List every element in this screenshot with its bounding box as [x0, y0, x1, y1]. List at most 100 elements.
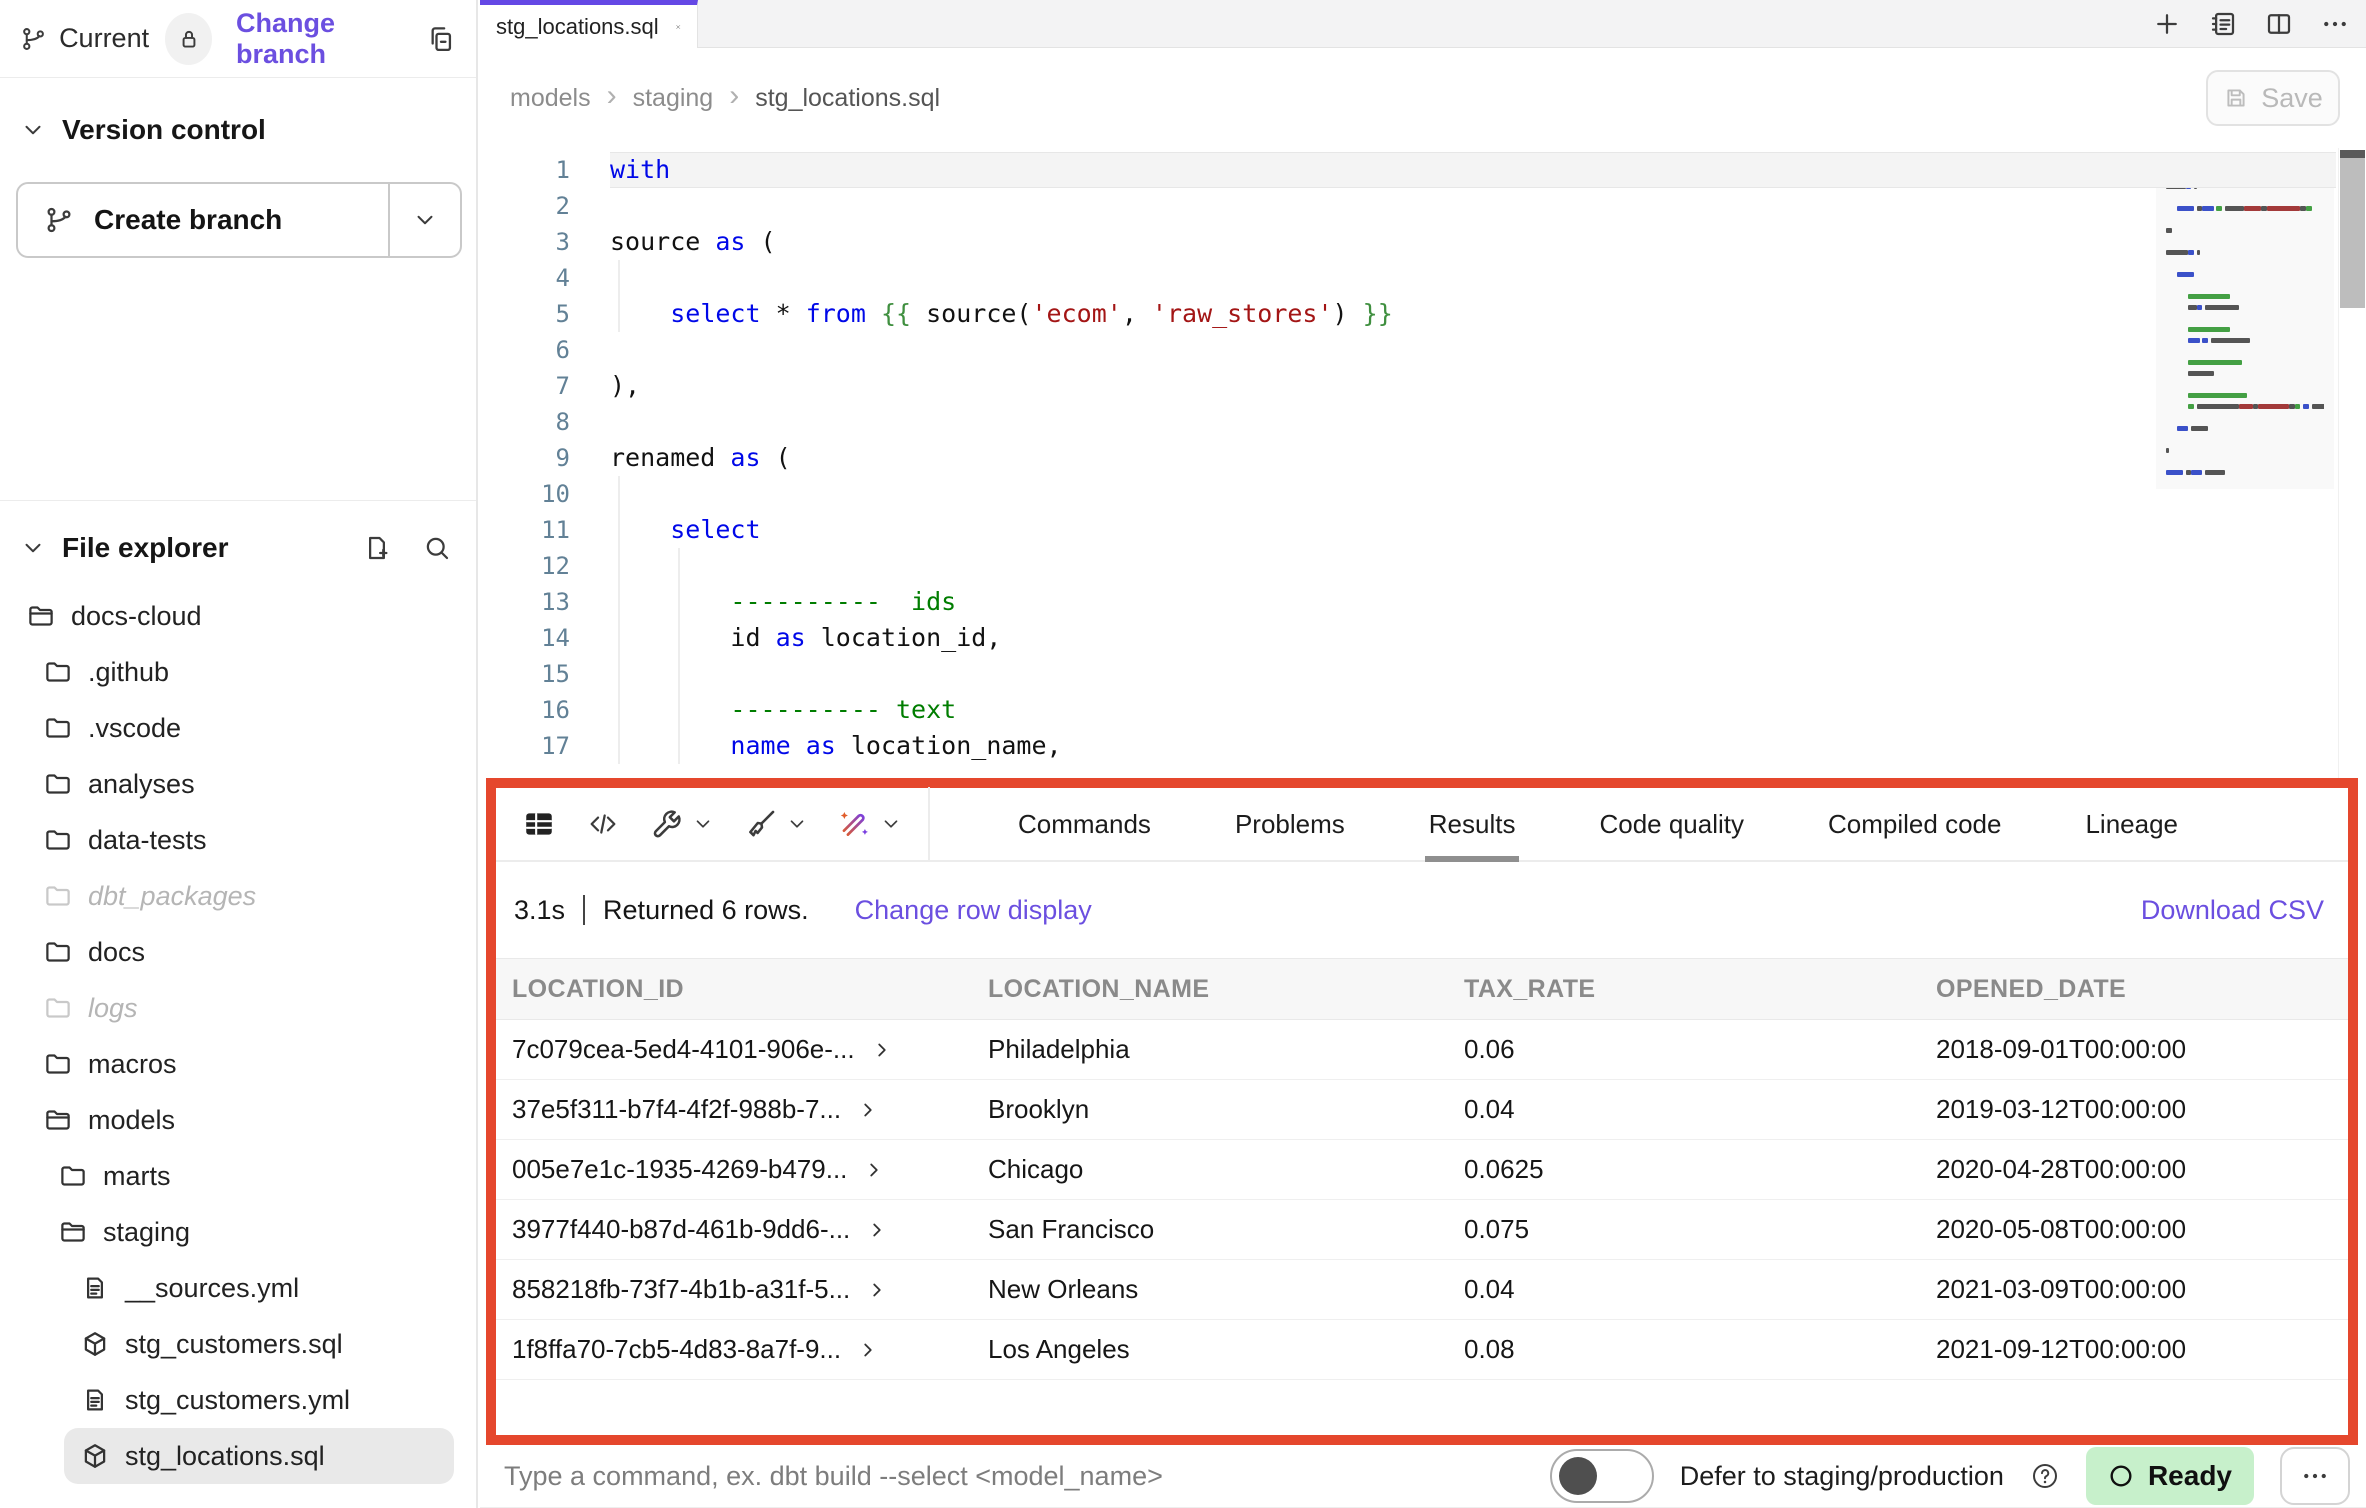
help-icon[interactable]: [2030, 1461, 2060, 1491]
file-tree-item-analyses[interactable]: analyses: [0, 756, 468, 812]
minimap-line: [2166, 426, 2324, 431]
expand-row-icon[interactable]: [863, 1159, 885, 1181]
search-icon[interactable]: [422, 533, 452, 563]
rows-returned: Returned 6 rows.: [603, 895, 809, 926]
file-tree-item-models[interactable]: models: [0, 1092, 468, 1148]
create-branch-button[interactable]: Create branch: [18, 184, 388, 256]
file-tree-item-docs[interactable]: docs: [0, 924, 468, 980]
change-branch-link[interactable]: Change branch: [236, 8, 413, 70]
expand-row-icon[interactable]: [857, 1099, 879, 1121]
cell-location-id: 3977f440-b87d-461b-9dd6-...: [512, 1214, 850, 1245]
close-icon[interactable]: [675, 17, 681, 37]
file-tree-item-logs[interactable]: logs: [0, 980, 468, 1036]
code-token: ): [1333, 299, 1363, 328]
ready-circle-icon: [2108, 1463, 2134, 1489]
file-tree-item--github[interactable]: .github: [0, 644, 468, 700]
more-options-icon[interactable]: [2320, 9, 2350, 39]
file-tree-item--sources-yml[interactable]: __sources.yml: [0, 1260, 468, 1316]
create-branch-caret-button[interactable]: [388, 184, 460, 256]
tab-stg-locations-sql[interactable]: stg_locations.sql: [480, 0, 698, 48]
code-token: location_name,: [836, 731, 1062, 760]
plus-icon[interactable]: [2152, 9, 2182, 39]
download-csv-link[interactable]: Download CSV: [2141, 895, 2330, 926]
file-tree-item-docs-cloud[interactable]: docs-cloud: [0, 588, 468, 644]
file-tree-item-macros[interactable]: macros: [0, 1036, 468, 1092]
minimap-line: [2166, 228, 2324, 233]
code-button[interactable]: [586, 807, 620, 841]
expand-row-icon[interactable]: [857, 1339, 879, 1361]
expand-row-icon[interactable]: [871, 1039, 893, 1061]
file-tree-item-stg-locations-sql[interactable]: stg_locations.sql: [64, 1428, 454, 1484]
expand-row-icon[interactable]: [866, 1219, 888, 1241]
minimap[interactable]: [2156, 154, 2334, 489]
breadcrumb-item[interactable]: staging: [633, 84, 714, 113]
query-time: 3.1s: [514, 895, 565, 926]
magic-wand-button[interactable]: [838, 807, 902, 841]
panel-tab-lineage[interactable]: Lineage: [2085, 788, 2178, 860]
code-line: 17 name as location_name,: [480, 728, 2366, 764]
file-tree-item-label: marts: [103, 1161, 171, 1192]
file-tree-item-stg-customers-yml[interactable]: stg_customers.yml: [0, 1372, 468, 1428]
file-icon: [80, 1273, 110, 1303]
copy-icon[interactable]: [425, 22, 456, 56]
tab-actions: [2152, 0, 2350, 48]
minimap-line: [2166, 371, 2324, 376]
panel-tabs: Commands Problems Results Code quality Compi…: [930, 788, 2178, 860]
broom-button[interactable]: [744, 807, 808, 841]
command-input[interactable]: Type a command, ex. dbt build --select <…: [480, 1461, 1163, 1492]
scrollbar-thumb[interactable]: [2340, 150, 2365, 308]
more-options-icon: [2300, 1461, 2330, 1491]
ready-label: Ready: [2148, 1460, 2232, 1492]
save-button[interactable]: Save: [2206, 70, 2340, 126]
code-line: 14 id as location_id,: [480, 620, 2366, 656]
table-grid-button[interactable]: [522, 807, 556, 841]
file-tree-item-dbt-packages[interactable]: dbt_packages: [0, 868, 468, 924]
panel-tab-commands[interactable]: Commands: [1018, 788, 1151, 860]
results-status-row: 3.1s Returned 6 rows. Change row display…: [496, 862, 2348, 958]
results-table-body: 7c079cea-5ed4-4101-906e-...Philadelphia0…: [496, 1020, 2348, 1380]
file-tree-item-marts[interactable]: marts: [0, 1148, 468, 1204]
panel-tab-compiled-code[interactable]: Compiled code: [1828, 788, 2001, 860]
file-tree-item-label: staging: [103, 1217, 190, 1248]
file-tree: docs-cloud.github.vscodeanalysesdata-tes…: [0, 588, 468, 1484]
file-tree-item-data-tests[interactable]: data-tests: [0, 812, 468, 868]
defer-toggle[interactable]: [1550, 1449, 1654, 1503]
new-file-icon[interactable]: [362, 533, 392, 563]
save-icon: [2223, 85, 2249, 111]
code-line: 3source as (: [480, 224, 2366, 260]
breadcrumb-item[interactable]: models: [510, 84, 591, 113]
file-tree-item--vscode[interactable]: .vscode: [0, 700, 468, 756]
code-icon: [586, 807, 620, 841]
file-tree-item-staging[interactable]: staging: [0, 1204, 468, 1260]
version-control-title: Version control: [62, 114, 266, 146]
results-toolbar-icons: [496, 788, 928, 860]
more-actions-button[interactable]: [2280, 1447, 2350, 1505]
notebook-icon[interactable]: [2208, 9, 2238, 39]
lock-icon: [176, 26, 202, 52]
code-token: }}: [1363, 299, 1393, 328]
split-editor-icon[interactable]: [2264, 9, 2294, 39]
status-divider: [583, 895, 585, 925]
git-branch-icon: [20, 24, 47, 54]
folder-icon: [43, 769, 73, 799]
expand-row-icon[interactable]: [866, 1279, 888, 1301]
panel-tab-results[interactable]: Results: [1429, 788, 1516, 860]
code-editor[interactable]: 1with23source as (45 select * from {{ so…: [480, 148, 2366, 778]
wrench-button[interactable]: [650, 807, 714, 841]
version-control-header[interactable]: Version control: [20, 106, 266, 154]
sidebar-divider: [0, 500, 476, 501]
indent-guide: [618, 260, 620, 296]
panel-tab-problems[interactable]: Problems: [1235, 788, 1345, 860]
file-tree-item-label: dbt_packages: [88, 881, 256, 912]
breadcrumb-item[interactable]: stg_locations.sql: [755, 84, 940, 113]
breadcrumb: models›staging›stg_locations.sql: [510, 48, 940, 148]
minimap-line: [2166, 239, 2324, 244]
folder-icon: [58, 1161, 88, 1191]
chevron-down-icon[interactable]: [20, 535, 46, 561]
folder-icon: [43, 657, 73, 687]
panel-tab-code-quality[interactable]: Code quality: [1599, 788, 1744, 860]
file-tree-item-stg-customers-sql[interactable]: stg_customers.sql: [0, 1316, 468, 1372]
change-row-display-link[interactable]: Change row display: [855, 895, 1092, 926]
breadcrumb-separator: ›: [607, 81, 617, 115]
folder-open-icon: [58, 1217, 88, 1247]
